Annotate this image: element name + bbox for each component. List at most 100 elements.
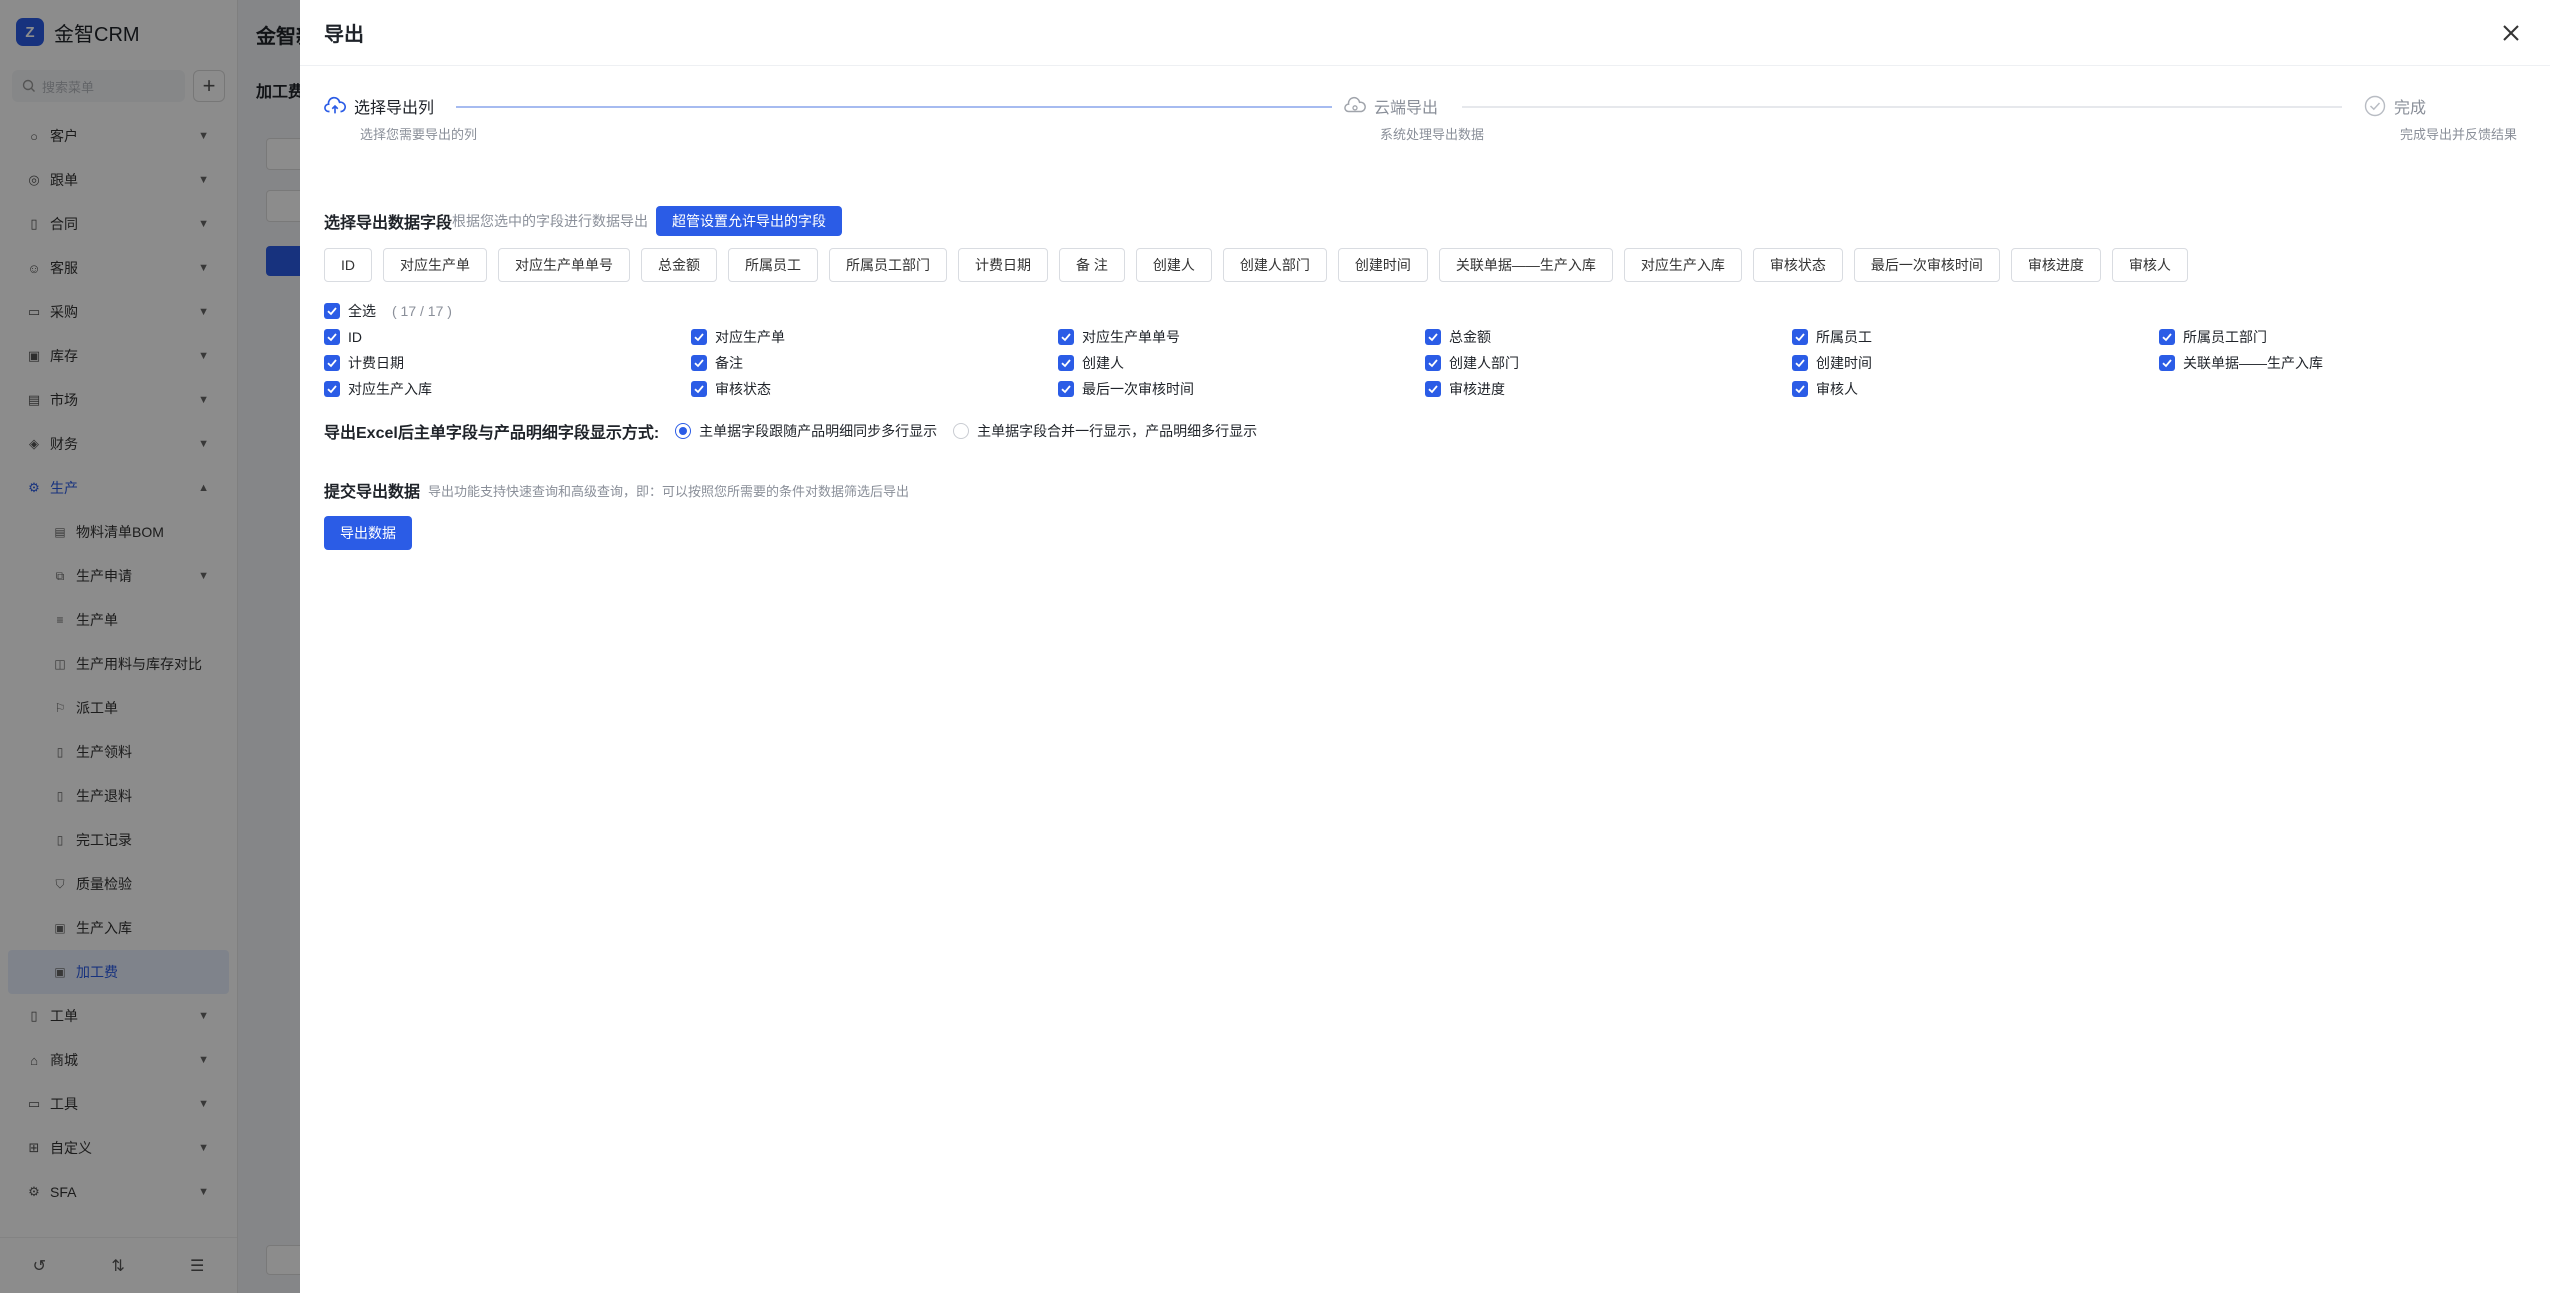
display-mode-title: 导出Excel后主单字段与产品明细字段显示方式: xyxy=(324,425,660,442)
step-title: 云端导出 xyxy=(1374,100,1439,117)
field-tag[interactable]: 计费日期 xyxy=(958,248,1048,282)
section-title: 提交导出数据 xyxy=(324,484,421,501)
field-tag[interactable]: 审核状态 xyxy=(1752,248,1843,282)
select-all-checkbox[interactable]: 全选 ( 17 / 17 ) xyxy=(324,298,2526,324)
field-checkbox[interactable]: 关联单据——生产入库 xyxy=(2159,350,2526,376)
field-checkbox[interactable]: 最后一次审核时间 xyxy=(1058,376,1425,402)
field-tag[interactable]: 对应生产单单号 xyxy=(498,248,630,282)
field-checkbox-label: 所属员工部门 xyxy=(2183,329,2267,345)
field-tag[interactable]: 创建时间 xyxy=(1337,248,1428,282)
checkbox-checked-icon xyxy=(1792,355,1808,371)
field-checkbox[interactable]: 审核进度 xyxy=(1425,376,1792,402)
step-desc: 选择您需要导出的列 xyxy=(360,127,478,142)
field-tag[interactable]: 审核人 xyxy=(2111,248,2188,282)
field-checkbox-label: 对应生产单单号 xyxy=(1082,329,1180,345)
field-checkbox[interactable]: 计费日期 xyxy=(324,350,691,376)
step-title: 完成 xyxy=(2394,100,2427,117)
field-tag[interactable]: 总金额 xyxy=(641,248,717,282)
checkbox-checked-icon xyxy=(1425,355,1441,371)
checkbox-checked-icon xyxy=(1792,329,1808,345)
radio-unselected-icon xyxy=(953,423,970,439)
field-tag[interactable]: 创建人 xyxy=(1135,248,1212,282)
checkbox-checked-icon xyxy=(324,329,340,345)
field-tag[interactable]: 最后一次审核时间 xyxy=(1853,248,2000,282)
checkbox-checked-icon xyxy=(691,381,707,397)
field-tag[interactable]: 备 注 xyxy=(1059,248,1125,282)
radio-selected-icon xyxy=(675,423,692,439)
field-tag[interactable]: 对应生产入库 xyxy=(1623,248,1742,282)
selected-field-tags: ID 对应生产单 对应生产单单号 总金额 所属员工 所属员工部门 计费日期 备 … xyxy=(324,248,2526,282)
checkbox-checked-icon xyxy=(2159,355,2175,371)
drawer-title: 导出 xyxy=(324,24,364,46)
select-all-label: 全选 xyxy=(348,303,376,319)
checkbox-checked-icon xyxy=(324,381,340,397)
field-tag[interactable]: 创建人部门 xyxy=(1222,248,1327,282)
check-circle-icon xyxy=(2364,95,2386,117)
field-checkbox[interactable]: 对应生产入库 xyxy=(324,376,691,402)
field-checkbox[interactable]: 创建时间 xyxy=(1792,350,2159,376)
field-tag[interactable]: 审核进度 xyxy=(2010,248,2101,282)
field-checkbox-label: 创建人 xyxy=(1082,355,1124,371)
display-mode-option[interactable]: 主单据字段跟随产品明细同步多行显示 xyxy=(675,421,937,441)
cloud-icon xyxy=(1344,95,1366,117)
field-checkbox-grid: ID 对应生产单 对应生产单单号 总金额 所属员工 所属员工部门 计费日期 备注… xyxy=(324,324,2526,402)
field-checkbox[interactable]: 所属员工 xyxy=(1792,324,2159,350)
field-tag[interactable]: 所属员工 xyxy=(728,248,818,282)
field-checkbox[interactable]: 创建人部门 xyxy=(1425,350,1792,376)
step-select-columns: 选择导出列 选择您需要导出的列 xyxy=(324,94,477,143)
field-checkbox[interactable]: 对应生产单单号 xyxy=(1058,324,1425,350)
field-checkbox[interactable]: 审核状态 xyxy=(691,376,1058,402)
section-hint: 导出功能支持快速查询和高级查询，即：可以按照您所需要的条件对数据筛选后导出 xyxy=(428,483,910,499)
checkbox-checked-icon xyxy=(1425,381,1441,397)
field-checkbox-label: 创建人部门 xyxy=(1449,355,1519,371)
section-hint: 根据您选中的字段进行数据导出 xyxy=(452,213,649,229)
field-checkbox-label: 计费日期 xyxy=(348,355,404,371)
display-mode-option[interactable]: 主单据字段合并一行显示，产品明细多行显示 xyxy=(953,421,1257,441)
field-checkbox-label: 对应生产入库 xyxy=(348,381,432,397)
step-desc: 系统处理导出数据 xyxy=(1380,127,1485,142)
step-connector xyxy=(1462,106,2342,108)
admin-fields-button[interactable]: 超管设置允许导出的字段 xyxy=(656,206,843,236)
radio-label: 主单据字段跟随产品明细同步多行显示 xyxy=(699,423,938,439)
field-checkbox-label: 审核进度 xyxy=(1449,381,1505,397)
checkbox-checked-icon xyxy=(1058,381,1074,397)
field-checkbox[interactable]: 审核人 xyxy=(1792,376,2159,402)
section-title: 选择导出数据字段 xyxy=(324,215,453,232)
field-checkbox-label: 最后一次审核时间 xyxy=(1082,381,1194,397)
checkbox-checked-icon xyxy=(1792,381,1808,397)
cloud-upload-icon xyxy=(324,95,346,117)
field-checkbox-label: 所属员工 xyxy=(1816,329,1872,345)
field-checkbox[interactable]: 备注 xyxy=(691,350,1058,376)
export-data-button[interactable]: 导出数据 xyxy=(324,516,412,550)
checkbox-checked-icon xyxy=(324,303,340,319)
checkbox-checked-icon xyxy=(324,355,340,371)
export-steps: 选择导出列 选择您需要导出的列 云端导出 系统处理导出数据 完成 完成导出并反馈… xyxy=(300,66,2550,186)
selected-count: ( 17 / 17 ) xyxy=(392,303,452,319)
field-tag[interactable]: 所属员工部门 xyxy=(829,248,947,282)
field-checkbox-label: 审核人 xyxy=(1816,381,1858,397)
checkbox-checked-icon xyxy=(1425,329,1441,345)
drawer-header: 导出 xyxy=(300,0,2550,66)
field-checkbox[interactable]: ID xyxy=(324,324,691,350)
export-drawer: 导出 选择导出列 选择您需要导出的列 云端导出 系统处理导出数据 完成 完成导出… xyxy=(300,0,2550,1293)
field-checkbox[interactable]: 创建人 xyxy=(1058,350,1425,376)
checkbox-checked-icon xyxy=(691,355,707,371)
field-checkbox[interactable]: 对应生产单 xyxy=(691,324,1058,350)
field-checkbox-label: 关联单据——生产入库 xyxy=(2183,355,2323,371)
checkbox-checked-icon xyxy=(691,329,707,345)
display-mode-row: 导出Excel后主单字段与产品明细字段显示方式: 主单据字段跟随产品明细同步多行… xyxy=(324,416,2526,446)
field-tag[interactable]: 对应生产单 xyxy=(383,248,487,282)
field-checkbox[interactable]: 所属员工部门 xyxy=(2159,324,2526,350)
field-checkbox-label: 审核状态 xyxy=(715,381,771,397)
step-title: 选择导出列 xyxy=(354,100,435,117)
field-tag[interactable]: ID xyxy=(324,248,372,282)
checkbox-checked-icon xyxy=(1058,355,1074,371)
close-icon xyxy=(2503,25,2519,41)
checkbox-checked-icon xyxy=(1058,329,1074,345)
field-tag[interactable]: 关联单据——生产入库 xyxy=(1438,248,1613,282)
field-checkbox-label: ID xyxy=(348,329,362,345)
field-checkbox[interactable]: 总金额 xyxy=(1425,324,1792,350)
step-desc: 完成导出并反馈结果 xyxy=(2400,127,2518,142)
close-button[interactable] xyxy=(2496,18,2526,48)
submit-section: 提交导出数据 导出功能支持快速查询和高级查询，即：可以按照您所需要的条件对数据筛… xyxy=(324,478,2526,502)
